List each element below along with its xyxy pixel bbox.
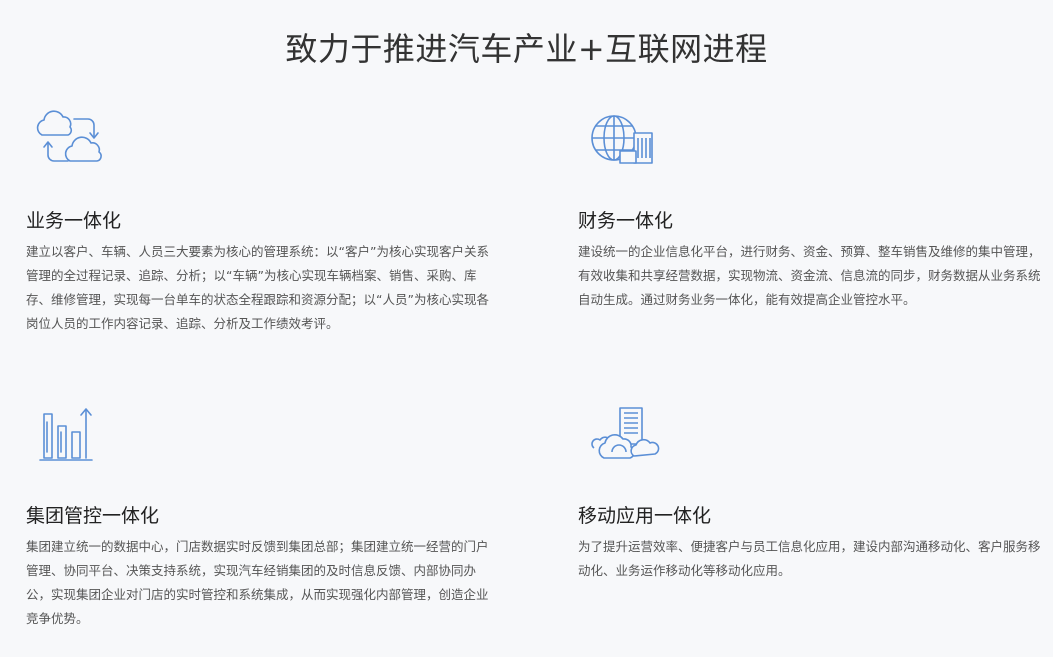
page-title: 致力于推进汽车产业+互联网进程 (285, 30, 768, 68)
feature-description: 建设统一的企业信息化平台，进行财务、资金、预算、整车销售及维修的集中管理，有效收… (578, 244, 1041, 307)
globe-building-icon (584, 105, 664, 175)
feature-description: 为了提升运营效率、便捷客户与员工信息化应用，建设内部沟通移动化、客户服务移动化、… (578, 539, 1041, 578)
feature-description: 集团建立统一的数据中心，门店数据实时反馈到集团总部；集团建立统一经营的门户管理、… (26, 539, 489, 626)
feature-title: 集团管控一体化 (26, 505, 160, 527)
feature-title: 移动应用一体化 (578, 505, 712, 527)
cloud-building-icon (584, 402, 664, 472)
cloud-sync-icon (32, 105, 112, 175)
bar-chart-growth-icon (32, 402, 112, 472)
feature-description: 建立以客户、车辆、人员三大要素为核心的管理系统：以“客户”为核心实现客户关系管理… (26, 244, 489, 331)
feature-title: 业务一体化 (26, 210, 122, 232)
feature-title: 财务一体化 (578, 210, 674, 232)
